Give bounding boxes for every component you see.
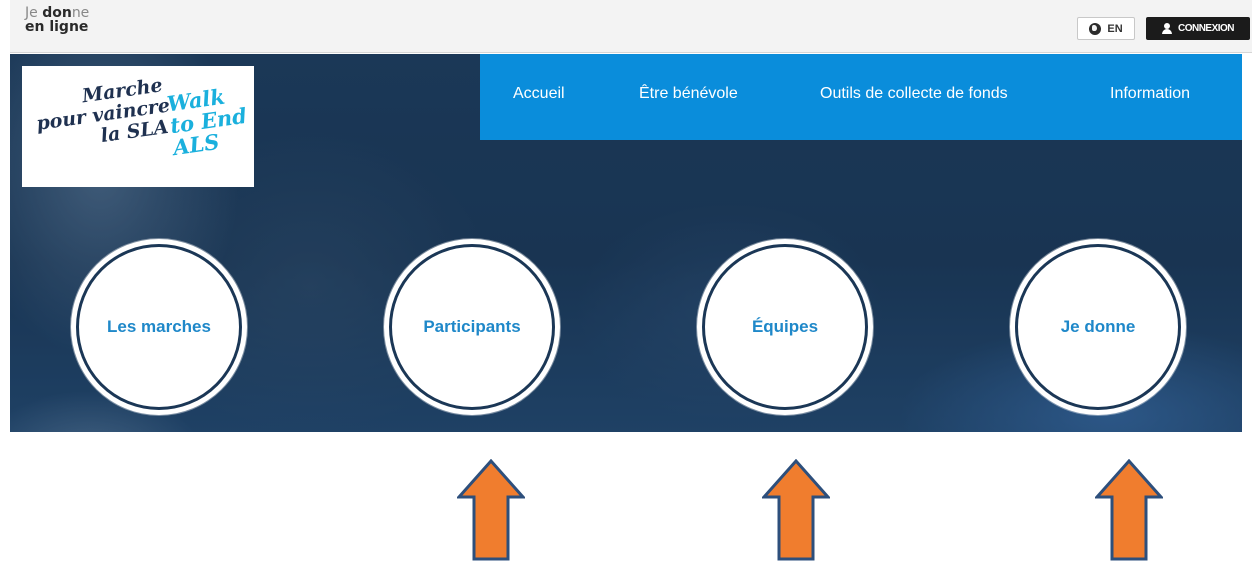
up-arrow-icon [1095,459,1163,561]
nav-item-information[interactable]: Information [1110,85,1190,103]
brand-logo[interactable]: Je donne en ligne [25,6,89,34]
hero-banner: Marche pour vaincre la SLA Walk to End A… [10,54,1242,432]
event-logo[interactable]: Marche pour vaincre la SLA Walk to End A… [22,66,254,187]
nav-item-accueil[interactable]: Accueil [513,85,565,103]
circle-je-donne[interactable]: Je donne [1010,239,1186,415]
circle-label: Je donne [1060,317,1136,336]
circle-label: Les marches [107,317,211,336]
user-icon [1161,23,1172,34]
login-button[interactable]: CONNEXION [1146,17,1250,40]
nav-item-outils-collecte[interactable]: Outils de collecte de fonds [820,85,1008,103]
up-arrow-icon [457,459,525,561]
top-bar: Je donne en ligne EN CONNEXION [10,0,1252,53]
logo-text-en: Walk to End ALS [166,83,251,160]
up-arrow-icon [762,459,830,561]
circle-les-marches[interactable]: Les marches [71,239,247,415]
language-button[interactable]: EN [1077,17,1135,40]
globe-icon [1089,22,1102,35]
main-nav: Accueil Être bénévole Outils de collecte… [480,54,1242,140]
circle-equipes[interactable]: Équipes [697,239,873,415]
logo-text-fr: Marche pour vaincre la SLA [32,74,171,155]
circle-label: Participants [423,317,521,336]
nav-item-etre-benevole[interactable]: Être bénévole [639,85,738,103]
login-label: CONNEXION [1177,23,1235,34]
language-label: EN [1107,22,1123,35]
circle-label: Équipes [751,317,819,336]
brand-text-en-ligne: en ligne [25,19,89,35]
circle-participants[interactable]: Participants [384,239,560,415]
